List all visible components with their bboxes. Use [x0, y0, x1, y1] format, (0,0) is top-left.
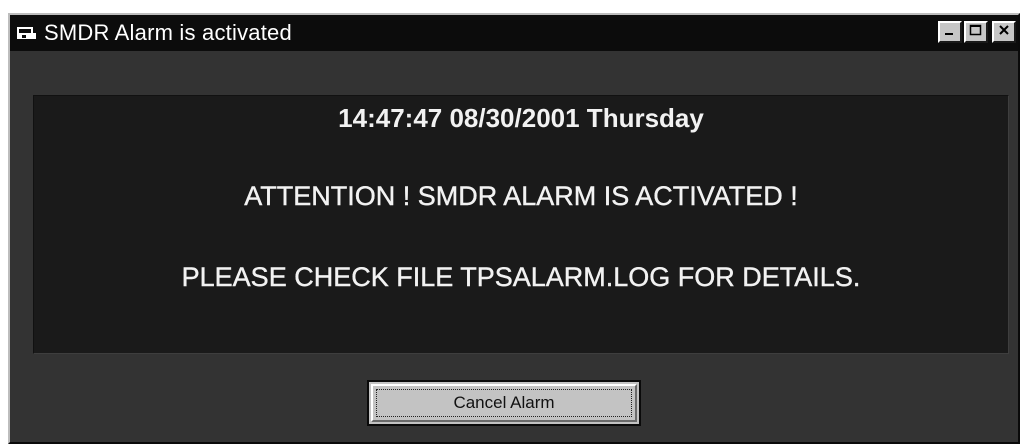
- maximize-button[interactable]: [964, 21, 988, 43]
- alarm-timestamp: 14:47:47 08/30/2001 Thursday: [338, 103, 704, 133]
- alarm-dialog-window: SMDR Alarm is activated 14:47:47 08/30/2…: [8, 13, 1020, 444]
- window-title: SMDR Alarm is activated: [44, 20, 292, 45]
- alarm-attention-text: ATTENTION ! SMDR ALARM IS ACTIVATED !: [244, 181, 798, 211]
- title-bar[interactable]: SMDR Alarm is activated: [10, 15, 1018, 51]
- minimize-button[interactable]: [938, 21, 962, 43]
- alarm-message-panel: 14:47:47 08/30/2001 Thursday ATTENTION !…: [33, 95, 1009, 354]
- close-button[interactable]: [992, 21, 1016, 43]
- close-icon: [998, 23, 1010, 41]
- minimize-icon: [944, 23, 956, 41]
- maximize-icon: [969, 23, 983, 41]
- cancel-alarm-button[interactable]: Cancel Alarm: [367, 380, 641, 426]
- cancel-alarm-label: Cancel Alarm: [453, 393, 555, 412]
- alarm-instruction-text: PLEASE CHECK FILE TPSALARM.LOG FOR DETAI…: [181, 262, 861, 292]
- app-window-icon[interactable]: [16, 23, 40, 43]
- title-bar-controls: [936, 21, 1016, 43]
